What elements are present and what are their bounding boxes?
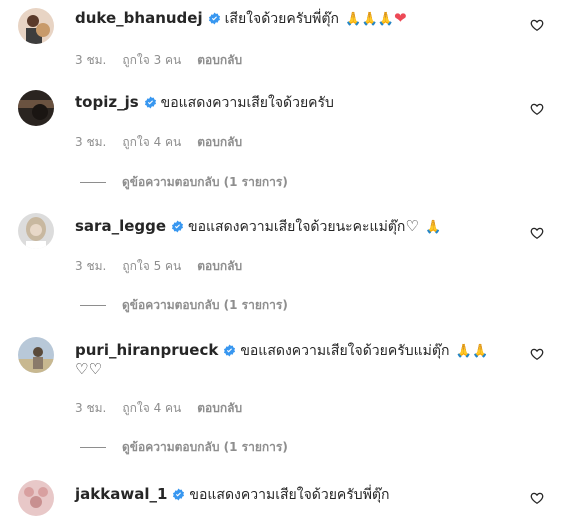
comment-meta: 3 ชม. ถูกใจ 4 คน ตอบกลับ [75, 399, 258, 418]
comment-meta: 3 ชม. ถูกใจ 5 คน ตอบกลับ [75, 257, 258, 276]
likes-count[interactable]: ถูกใจ 5 คน [122, 259, 181, 273]
view-replies-button[interactable]: ดูข้อความตอบกลับ (1 รายการ) [80, 438, 288, 457]
view-replies-label[interactable]: ดูข้อความตอบกลับ (1 รายการ) [122, 440, 288, 454]
divider-line [80, 447, 106, 448]
emoji: 🙏 [425, 220, 442, 235]
view-replies-label[interactable]: ดูข้อความตอบกลับ (1 รายการ) [122, 298, 288, 312]
avatar[interactable] [18, 8, 54, 44]
comment-main-line: topiz_js ขอแสดงความเสียใจด้วยครับ [75, 92, 334, 115]
avatar[interactable] [18, 90, 54, 126]
white-heart-emoji: ♡ [405, 217, 419, 235]
comment-text: ขอแสดงความเสียใจด้วยครับแม่ตุ๊ก [240, 343, 450, 359]
comment-text: ขอแสดงความเสียใจด้วยครับ [160, 95, 334, 111]
comment-main-line: duke_bhanudej เสียใจด้วยครับพี่ตุ๊ก 🙏🙏🙏❤ [75, 8, 407, 31]
reply-button[interactable]: ตอบกลับ [197, 53, 242, 67]
white-hearts-emoji: ♡♡ [75, 360, 102, 378]
verified-badge-icon [208, 11, 221, 31]
comment-meta: 3 ชม. ถูกใจ 4 คน ตอบกลับ [75, 133, 258, 152]
verified-badge-icon [171, 219, 184, 239]
username[interactable]: duke_bhanudej [75, 9, 203, 27]
verified-badge-icon [172, 487, 185, 507]
comment-text: ขอแสดงความเสียใจด้วยนะคะแม่ตุ๊ก [188, 219, 406, 235]
timestamp[interactable]: 3 ชม. [75, 135, 106, 149]
comment-meta: 3 ชม. ถูกใจ 3 คน ตอบกลับ [75, 51, 258, 70]
heart-outline-icon[interactable] [530, 346, 546, 362]
view-replies-label[interactable]: ดูข้อความตอบกลับ (1 รายการ) [122, 175, 288, 189]
emoji: 🙏🙏🙏 [345, 12, 394, 27]
divider-line [80, 305, 106, 306]
reply-button[interactable]: ตอบกลับ [197, 401, 242, 415]
verified-badge-icon [144, 95, 157, 115]
emoji: 🙏🙏 [455, 344, 489, 359]
heart-outline-icon[interactable] [530, 490, 546, 506]
comment-main-line: puri_hiranprueck ขอแสดงความเสียใจด้วยครับ… [75, 340, 488, 363]
view-replies-button[interactable]: ดูข้อความตอบกลับ (1 รายการ) [80, 173, 288, 192]
heart-outline-icon[interactable] [530, 101, 546, 117]
view-replies-button[interactable]: ดูข้อความตอบกลับ (1 รายการ) [80, 296, 288, 315]
username[interactable]: puri_hiranprueck [75, 341, 218, 359]
username[interactable]: jakkawal_1 [75, 485, 167, 503]
reply-button[interactable]: ตอบกลับ [197, 135, 242, 149]
avatar[interactable] [18, 480, 54, 516]
timestamp[interactable]: 3 ชม. [75, 259, 106, 273]
reply-button[interactable]: ตอบกลับ [197, 259, 242, 273]
avatar[interactable] [18, 337, 54, 373]
comment-main-line: sara_legge ขอแสดงความเสียใจด้วยนะคะแม่ตุ๊… [75, 216, 441, 239]
timestamp[interactable]: 3 ชม. [75, 401, 106, 415]
heart-outline-icon[interactable] [530, 17, 546, 33]
comment-text: ขอแสดงความเสียใจด้วยครับพี่ตุ๊ก [189, 487, 390, 503]
likes-count[interactable]: ถูกใจ 3 คน [122, 53, 181, 67]
avatar[interactable] [18, 213, 54, 249]
username[interactable]: topiz_js [75, 93, 139, 111]
heart-outline-icon[interactable] [530, 225, 546, 241]
verified-badge-icon [223, 343, 236, 363]
timestamp[interactable]: 3 ชม. [75, 53, 106, 67]
comment-main-line: jakkawal_1 ขอแสดงความเสียใจด้วยครับพี่ตุ๊… [75, 484, 390, 507]
divider-line [80, 182, 106, 183]
red-heart-emoji: ❤ [393, 9, 407, 27]
username[interactable]: sara_legge [75, 217, 166, 235]
comment-text: เสียใจด้วยครับพี่ตุ๊ก [224, 11, 339, 27]
likes-count[interactable]: ถูกใจ 4 คน [122, 135, 181, 149]
likes-count[interactable]: ถูกใจ 4 คน [122, 401, 181, 415]
